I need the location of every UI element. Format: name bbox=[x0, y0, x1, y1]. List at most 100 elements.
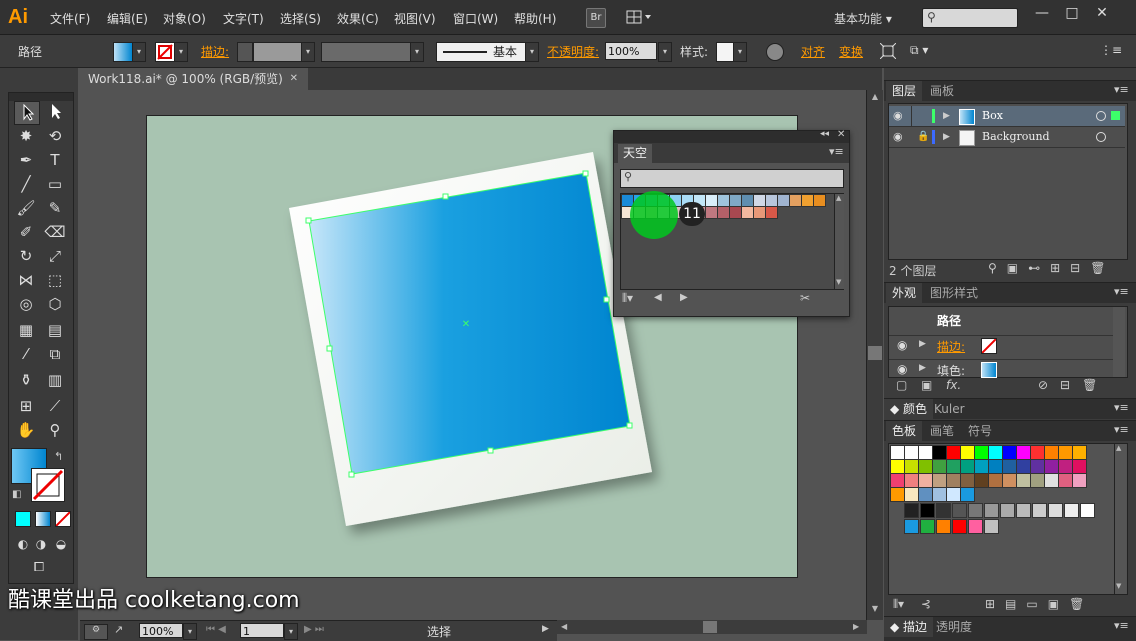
swatch[interactable] bbox=[974, 473, 989, 488]
swap-fill-stroke-icon[interactable]: ↰ bbox=[54, 450, 63, 463]
free-transform-tool-icon[interactable]: ⬚ bbox=[43, 269, 67, 291]
brush-dropdown[interactable]: ▾ bbox=[525, 42, 539, 62]
swatches-footer-icons[interactable]: ⊞▤▭▣🗑 bbox=[985, 597, 1094, 611]
align-link[interactable]: 对齐 bbox=[801, 43, 825, 60]
stroke-weight-dropdown[interactable]: ▾ bbox=[301, 42, 315, 62]
eraser-tool-icon[interactable]: ⌫ bbox=[43, 221, 67, 243]
swatch[interactable] bbox=[918, 445, 933, 460]
layers-footer-icons[interactable]: ⚲▣⊷⊞⊟🗑 bbox=[988, 261, 1115, 275]
swatch[interactable] bbox=[890, 473, 905, 488]
swatch[interactable] bbox=[765, 206, 778, 219]
panel-menu-icon[interactable]: ▾≡ bbox=[1114, 401, 1129, 414]
fill-dropdown[interactable]: ▾ bbox=[132, 42, 146, 62]
swatch[interactable] bbox=[960, 487, 975, 502]
panel-menu-icon[interactable]: ▾≡ bbox=[1114, 285, 1129, 298]
swatch[interactable] bbox=[1016, 503, 1031, 518]
swatch[interactable] bbox=[904, 473, 919, 488]
swatch[interactable] bbox=[1030, 473, 1045, 488]
swatch-library-search-input[interactable]: ⚲ bbox=[620, 169, 844, 188]
handle-bottom-left[interactable] bbox=[348, 471, 355, 478]
close-panel-icon[interactable]: ✕ bbox=[837, 129, 845, 140]
workspace-switcher[interactable]: 基本功能 ▾ bbox=[834, 10, 892, 27]
swatch[interactable] bbox=[946, 459, 961, 474]
tab-appearance[interactable]: 外观 bbox=[886, 283, 923, 303]
swatch[interactable] bbox=[705, 206, 718, 219]
swatch[interactable] bbox=[717, 206, 730, 219]
layer-row[interactable]: ◉ ▶ Box bbox=[889, 106, 1125, 127]
tools-panel-grip[interactable] bbox=[9, 93, 73, 101]
lock-icon[interactable]: 🔒 bbox=[917, 127, 929, 147]
direct-selection-tool-icon[interactable] bbox=[43, 101, 67, 123]
selection-tool-icon[interactable] bbox=[14, 101, 40, 125]
swatch[interactable] bbox=[717, 194, 730, 207]
color-mode-icon[interactable] bbox=[15, 511, 31, 527]
swatch[interactable] bbox=[801, 194, 814, 207]
handle-bottom-right[interactable] bbox=[626, 422, 633, 429]
swatch[interactable] bbox=[904, 459, 919, 474]
horizontal-scrollbar[interactable]: ◀ ▶ bbox=[557, 620, 867, 634]
swatch[interactable] bbox=[1032, 503, 1047, 518]
profile-dropdown[interactable]: ▾ bbox=[410, 42, 424, 62]
visibility-eye-icon[interactable]: ◉ bbox=[897, 338, 907, 352]
add-fill-icon[interactable]: ▣ bbox=[921, 378, 932, 392]
swatch[interactable] bbox=[1064, 503, 1079, 518]
library-scrollbar[interactable]: ▲ ▼ bbox=[834, 194, 844, 289]
swatch[interactable] bbox=[1048, 503, 1063, 518]
fill-gradient-swatch[interactable] bbox=[981, 362, 997, 378]
eyedropper-tool-icon[interactable]: ⁄ bbox=[14, 343, 38, 365]
swatch[interactable] bbox=[952, 503, 967, 518]
swatch[interactable] bbox=[988, 473, 1003, 488]
scroll-down-icon[interactable]: ▼ bbox=[836, 278, 841, 286]
tools-icon[interactable]: ✂ bbox=[800, 291, 810, 305]
scroll-up-icon[interactable]: ▲ bbox=[836, 194, 841, 202]
tab-layers[interactable]: 图层 bbox=[886, 81, 923, 101]
stroke-swatch[interactable] bbox=[155, 42, 175, 62]
next-artboard-icon[interactable]: ▶ ⏭ bbox=[304, 624, 324, 635]
rotate-tool-icon[interactable]: ↻ bbox=[14, 245, 38, 267]
stroke-color-box[interactable] bbox=[31, 468, 65, 502]
vertical-scroll-thumb[interactable] bbox=[868, 346, 882, 360]
swatch[interactable] bbox=[1016, 473, 1031, 488]
swatch[interactable] bbox=[765, 194, 778, 207]
close-document-icon[interactable]: ✕ bbox=[290, 68, 298, 90]
appearance-row-stroke[interactable]: ◉ ▶ 描边: bbox=[889, 335, 1113, 356]
swatch[interactable] bbox=[777, 194, 790, 207]
swatch[interactable] bbox=[1030, 459, 1045, 474]
target-circle-icon[interactable] bbox=[1096, 132, 1106, 142]
swatch[interactable] bbox=[936, 519, 951, 534]
perspective-grid-tool-icon[interactable]: ⬡ bbox=[43, 293, 67, 315]
column-graph-tool-icon[interactable]: ▥ bbox=[43, 369, 67, 391]
swatch[interactable] bbox=[974, 445, 989, 460]
fill-attribute-label[interactable]: 填色: bbox=[937, 362, 965, 379]
transform-link[interactable]: 变换 bbox=[839, 43, 863, 60]
show-kinds-icon[interactable]: ⊰ bbox=[921, 597, 931, 611]
gradient-tool-icon[interactable]: ▤ bbox=[43, 319, 67, 341]
expand-triangle-icon[interactable]: ▶ bbox=[919, 339, 926, 349]
layer-row[interactable]: ◉ 🔒 ▶ Background bbox=[889, 127, 1125, 148]
opacity-dropdown[interactable]: ▾ bbox=[658, 42, 672, 62]
expand-triangle-icon[interactable]: ▶ bbox=[943, 106, 950, 126]
layer-name[interactable]: Background bbox=[982, 127, 1050, 147]
scroll-right-icon[interactable]: ▶ bbox=[853, 622, 859, 631]
rectangle-tool-icon[interactable]: ▭ bbox=[43, 173, 67, 195]
swatch[interactable] bbox=[974, 459, 989, 474]
layer-name[interactable]: Box bbox=[982, 106, 1003, 126]
symbol-sprayer-tool-icon[interactable]: ⚱ bbox=[14, 369, 38, 391]
draw-inside-icon[interactable]: ◒ bbox=[49, 533, 73, 555]
swatch[interactable] bbox=[1044, 473, 1059, 488]
zoom-tool-icon[interactable]: ⚲ bbox=[43, 419, 67, 441]
zoom-dropdown[interactable]: ▾ bbox=[183, 623, 197, 640]
opacity-label[interactable]: 不透明度: bbox=[547, 43, 599, 60]
swatch[interactable] bbox=[741, 194, 754, 207]
none-mode-icon[interactable] bbox=[55, 511, 71, 527]
previous-library-icon[interactable]: ◀ bbox=[654, 292, 662, 303]
swatch[interactable] bbox=[952, 519, 967, 534]
bridge-button[interactable]: Br bbox=[586, 8, 606, 28]
swatch[interactable] bbox=[918, 487, 933, 502]
swatch[interactable] bbox=[1030, 445, 1045, 460]
expand-triangle-icon[interactable]: ▶ bbox=[943, 127, 950, 147]
artboard-tool-icon[interactable]: ⊞ bbox=[14, 395, 38, 417]
swatch[interactable] bbox=[1016, 445, 1031, 460]
tab-transparency[interactable]: 透明度 bbox=[930, 617, 978, 637]
stroke-none-swatch[interactable] bbox=[981, 338, 997, 354]
